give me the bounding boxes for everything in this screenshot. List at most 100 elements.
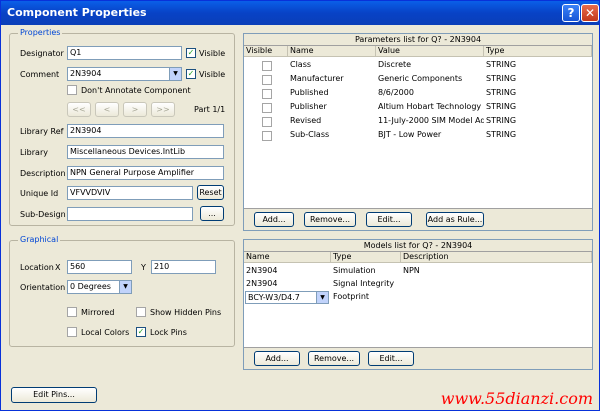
edit-pins-button[interactable]: Edit Pins... <box>11 387 97 403</box>
orientation-combo[interactable]: 0 Degrees ▼ <box>67 280 132 294</box>
model-name: 2N3904 <box>246 279 278 288</box>
column-header-name[interactable]: Name <box>288 46 376 57</box>
prev-part-button[interactable]: < <box>95 102 119 117</box>
row-visible-checkbox[interactable] <box>262 103 272 113</box>
description-input[interactable]: NPN General Purpose Amplifier <box>67 166 224 180</box>
row-visible-checkbox[interactable] <box>262 117 272 127</box>
lock-pins-checkbox[interactable]: ✓ <box>136 327 146 337</box>
table-row[interactable]: Class Discrete STRING <box>244 59 592 73</box>
table-row[interactable]: 2N3904 Simulation NPN <box>244 265 592 278</box>
column-header-visible[interactable]: Visible <box>244 46 288 57</box>
row-type: STRING <box>486 60 517 69</box>
row-value: 11-July-2000 SIM Model Adde <box>378 116 484 125</box>
close-button[interactable]: ✕ <box>581 4 599 22</box>
model-name: BCY-W3/D4.7 <box>248 293 300 302</box>
model-type: Signal Integrity <box>333 279 395 288</box>
chevron-down-icon[interactable]: ▼ <box>169 68 181 80</box>
unique-id-label: Unique Id <box>20 189 59 198</box>
designator-input[interactable]: Q1 <box>67 46 182 60</box>
comment-visible-checkbox[interactable]: ✓ <box>186 69 196 79</box>
sub-design-label: Sub-Design <box>20 210 66 219</box>
graphical-group: Graphical Location X 560 Y 210 Orientati… <box>9 235 235 347</box>
model-description: NPN <box>403 266 420 275</box>
column-header-description[interactable]: Description <box>401 252 592 263</box>
location-x-input[interactable]: 560 <box>67 260 132 274</box>
row-value: BJT - Low Power <box>378 130 442 139</box>
model-type: Footprint <box>333 292 370 301</box>
sub-design-input[interactable] <box>67 207 193 221</box>
chevron-down-icon[interactable]: ▼ <box>316 292 328 303</box>
table-row[interactable]: 2N3904 Signal Integrity <box>244 278 592 291</box>
row-name: Class <box>290 60 312 69</box>
edit-model-button[interactable]: Edit... <box>368 351 414 366</box>
library-label: Library <box>20 148 48 157</box>
table-row[interactable]: Published 8/6/2000 STRING <box>244 87 592 101</box>
comment-label: Comment <box>20 70 60 79</box>
designator-label: Designator <box>20 49 64 58</box>
dont-annotate-checkbox[interactable] <box>67 85 77 95</box>
row-type: STRING <box>486 130 517 139</box>
models-button-bar: Add... Remove... Edit... <box>244 347 592 369</box>
table-row[interactable]: Manufacturer Generic Components STRING <box>244 73 592 87</box>
parameters-panel: Parameters list for Q? - 2N3904 Visible … <box>243 33 593 231</box>
properties-group-title: Properties <box>18 28 63 37</box>
comment-value: 2N3904 <box>70 69 102 78</box>
edit-parameter-button[interactable]: Edit... <box>366 212 412 227</box>
comment-combo[interactable]: 2N3904 ▼ <box>67 67 182 81</box>
table-row[interactable]: BCY-W3/D4.7 ▼ Footprint <box>244 291 592 304</box>
add-parameter-button[interactable]: Add... <box>254 212 294 227</box>
first-part-button[interactable]: << <box>67 102 91 117</box>
library-input[interactable]: Miscellaneous Devices.IntLib <box>67 145 224 159</box>
browse-sub-design-button[interactable]: ... <box>200 206 224 221</box>
library-ref-input[interactable]: 2N3904 <box>67 124 224 138</box>
mirrored-label: Mirrored <box>81 308 115 317</box>
last-part-button[interactable]: >> <box>151 102 175 117</box>
row-type: STRING <box>486 102 517 111</box>
row-type: STRING <box>486 116 517 125</box>
window-title: Component Properties <box>7 6 147 19</box>
models-panel: Models list for Q? - 2N3904 Name Type De… <box>243 239 593 370</box>
designator-visible-checkbox[interactable]: ✓ <box>186 48 196 58</box>
mirrored-checkbox[interactable] <box>67 307 77 317</box>
remove-parameter-button[interactable]: Remove... <box>304 212 356 227</box>
add-model-button[interactable]: Add... <box>254 351 300 366</box>
model-type: Simulation <box>333 266 376 275</box>
row-visible-checkbox[interactable] <box>262 75 272 85</box>
title-bar[interactable]: Component Properties ? ✕ <box>1 1 599 25</box>
help-button[interactable]: ? <box>562 4 580 22</box>
remove-model-button[interactable]: Remove... <box>308 351 360 366</box>
row-visible-checkbox[interactable] <box>262 131 272 141</box>
chevron-down-icon[interactable]: ▼ <box>119 281 131 293</box>
reset-button[interactable]: Reset <box>197 185 224 200</box>
add-as-rule-button[interactable]: Add as Rule... <box>426 212 484 227</box>
column-header-value[interactable]: Value <box>376 46 484 57</box>
column-header-name[interactable]: Name <box>244 252 331 263</box>
row-name: Publisher <box>290 102 327 111</box>
location-label: Location <box>20 263 54 272</box>
properties-group: Properties Designator Q1 ✓ Visible Comme… <box>9 28 235 226</box>
row-name: Manufacturer <box>290 74 344 83</box>
show-hidden-pins-checkbox[interactable] <box>136 307 146 317</box>
row-value: Altium Hobart Technology Cen <box>378 102 484 111</box>
show-hidden-pins-label: Show Hidden Pins <box>150 308 222 317</box>
next-part-button[interactable]: > <box>123 102 147 117</box>
table-row[interactable]: Sub-Class BJT - Low Power STRING <box>244 129 592 143</box>
column-header-type[interactable]: Type <box>484 46 592 57</box>
row-name: Published <box>290 88 329 97</box>
table-row[interactable]: Revised 11-July-2000 SIM Model Adde STRI… <box>244 115 592 129</box>
orientation-label: Orientation <box>20 283 66 292</box>
graphical-group-title: Graphical <box>18 235 61 244</box>
table-row[interactable]: Publisher Altium Hobart Technology Cen S… <box>244 101 592 115</box>
location-y-input[interactable]: 210 <box>151 260 216 274</box>
model-description <box>401 291 581 304</box>
footprint-model-combo[interactable]: BCY-W3/D4.7 ▼ <box>245 291 329 304</box>
local-colors-label: Local Colors <box>81 328 130 337</box>
column-header-type[interactable]: Type <box>331 252 401 263</box>
parameters-button-bar: Add... Remove... Edit... Add as Rule... <box>244 208 592 230</box>
description-label: Description <box>20 169 66 178</box>
unique-id-input[interactable]: VFVVDVIV <box>67 186 193 200</box>
location-x-label: X <box>55 263 61 272</box>
row-visible-checkbox[interactable] <box>262 89 272 99</box>
row-visible-checkbox[interactable] <box>262 61 272 71</box>
local-colors-checkbox[interactable] <box>67 327 77 337</box>
